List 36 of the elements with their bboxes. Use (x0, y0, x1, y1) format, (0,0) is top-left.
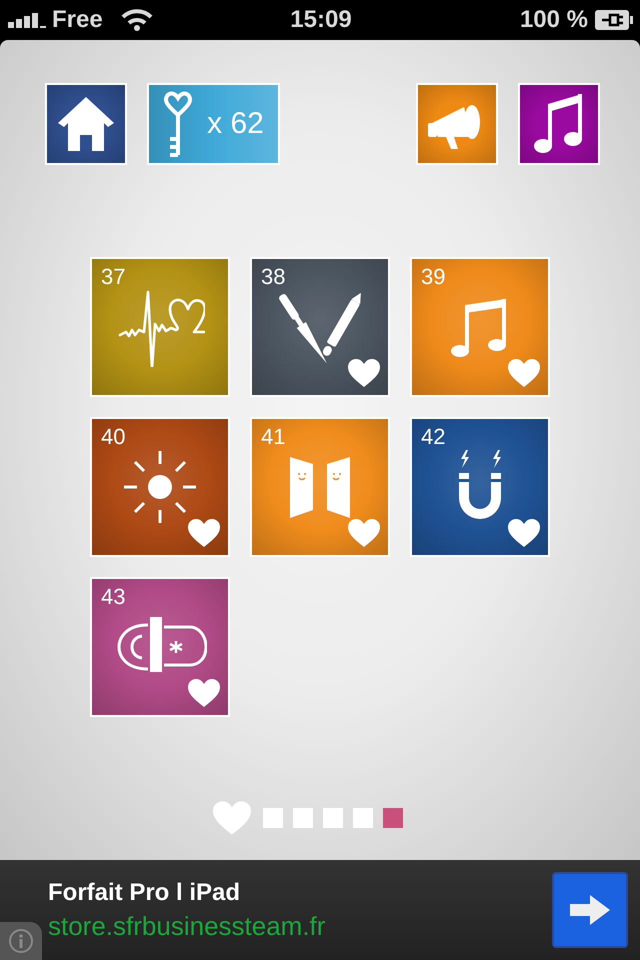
battery-percent: 100 % (520, 6, 588, 34)
signal-icon (8, 12, 46, 28)
home-button[interactable] (45, 83, 127, 165)
level-tile[interactable]: 40 (90, 417, 230, 557)
level-number: 43 (101, 584, 126, 610)
ad-title: Forfait Pro l iPad (48, 878, 242, 906)
open-ad-button[interactable] (552, 872, 628, 948)
home-icon (58, 97, 114, 151)
level-tile[interactable]: 37 (90, 257, 230, 397)
level-number: 42 (421, 424, 446, 450)
info-icon (8, 928, 34, 954)
music-button[interactable] (518, 83, 600, 165)
level-number: 40 (101, 424, 126, 450)
ad-link[interactable]: store.sfrbusinessteam.fr (48, 910, 552, 942)
sun-icon (122, 449, 198, 525)
music-note-icon (534, 94, 584, 154)
battery-charging-icon (594, 9, 634, 31)
megaphone-button[interactable] (416, 83, 498, 165)
key-icon (163, 91, 194, 157)
page-indicator[interactable] (382, 808, 402, 828)
carrier-name: Free (52, 6, 103, 34)
doors-icon (288, 455, 352, 519)
right-arrow-icon (570, 895, 610, 925)
level-tile[interactable]: 42 (410, 417, 550, 557)
level-number: 39 (421, 264, 446, 290)
level-tile[interactable]: 39 (410, 257, 550, 397)
level-tile[interactable]: 43 (90, 577, 230, 717)
clock-time: 15:09 (290, 6, 352, 33)
level-number: 38 (261, 264, 286, 290)
level-tile[interactable]: 38 (250, 257, 390, 397)
level-tile[interactable]: 41 (250, 417, 390, 557)
level-number: 37 (101, 264, 126, 290)
keys-button[interactable]: x 62 (147, 83, 280, 165)
info-button[interactable] (0, 922, 42, 960)
wifi-icon (120, 9, 153, 31)
level-number: 41 (261, 424, 286, 450)
